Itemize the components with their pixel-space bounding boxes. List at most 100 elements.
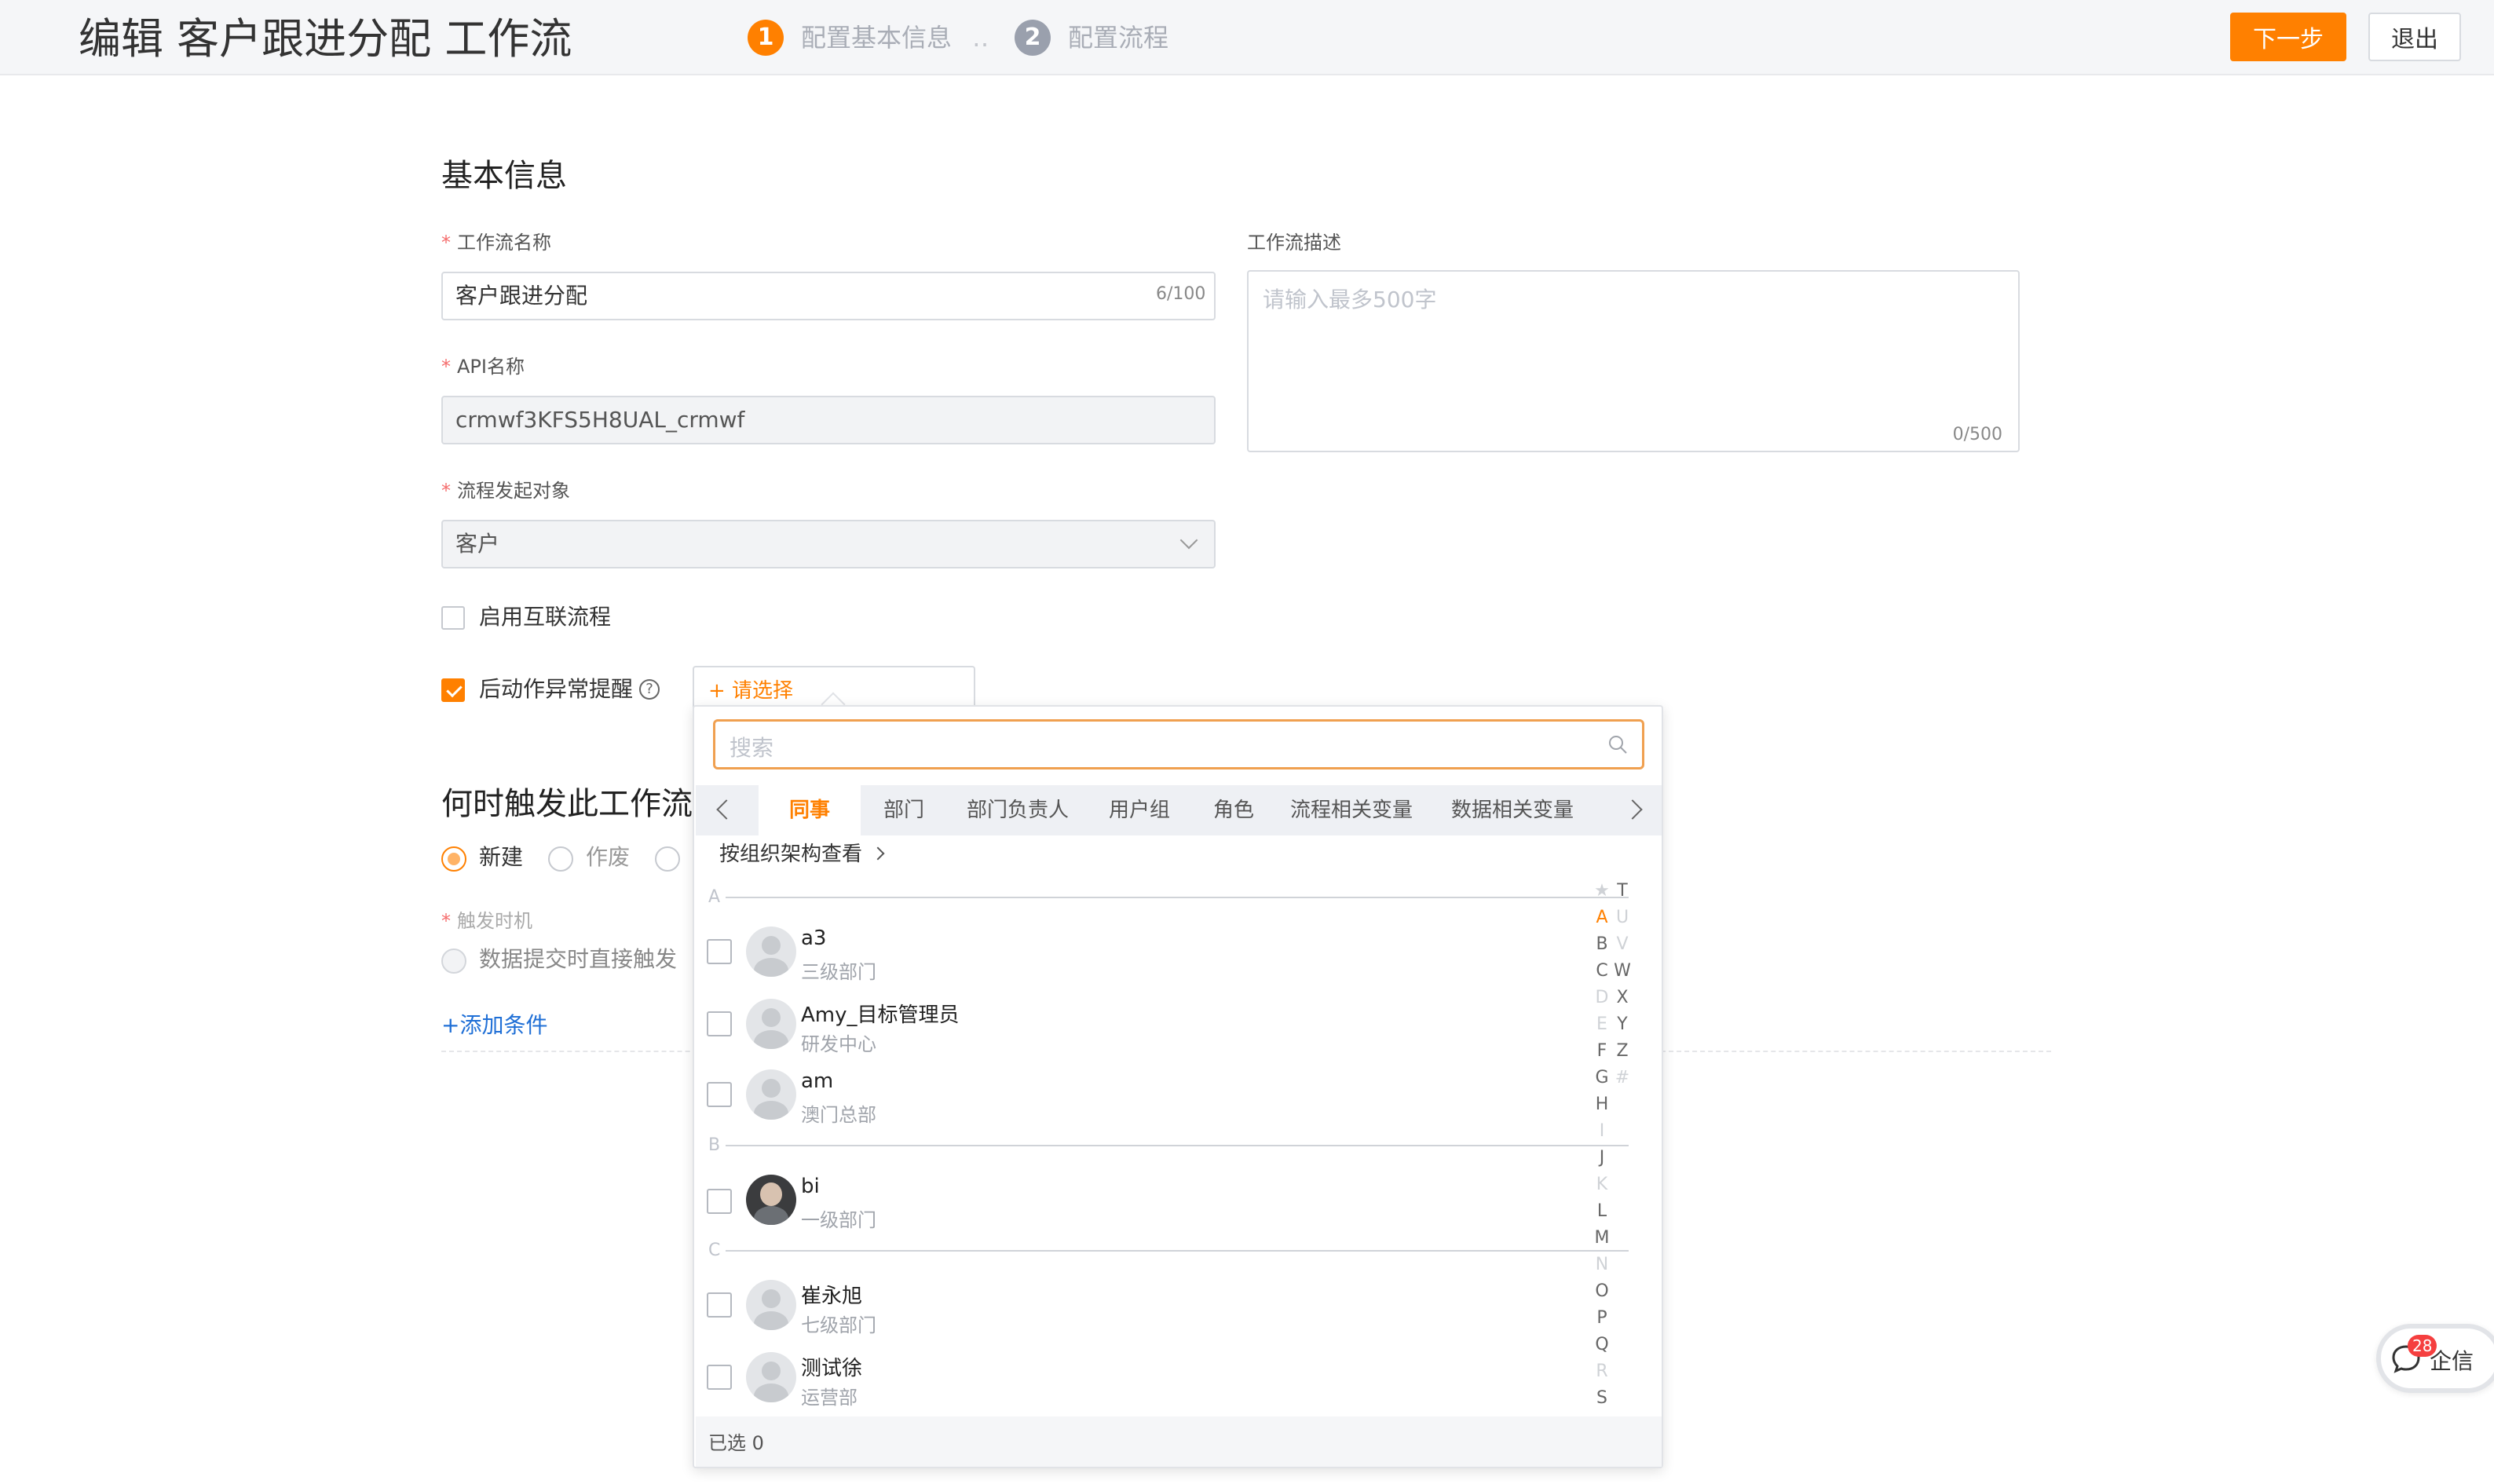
picker-search-input[interactable]: 搜索: [713, 719, 1644, 769]
section-title-basic: 基本信息: [441, 158, 567, 194]
alphabet-index-letter[interactable]: C: [1593, 961, 1611, 981]
tab-department[interactable]: 部门: [861, 785, 947, 835]
person-name: 测试徐: [801, 1357, 863, 1380]
alphabet-index-letter[interactable]: T: [1613, 881, 1632, 901]
group-letter-a: A: [708, 887, 721, 907]
alphabet-index-letter[interactable]: S: [1593, 1388, 1611, 1408]
member-picker-dropdown: 搜索 同事 部门 部门负责人 用户组 角色 流程相关变量 数据相关变量 按组织架…: [693, 705, 1663, 1468]
tab-role[interactable]: 角色: [1190, 785, 1277, 835]
person-name: a3: [801, 927, 827, 950]
workflow-desc-textarea[interactable]: 请输入最多500字 0/500: [1247, 270, 2020, 452]
avatar: [746, 1175, 796, 1225]
alphabet-index-letter[interactable]: E: [1593, 1014, 1611, 1034]
chevron-down-icon: [1179, 531, 1198, 550]
add-condition-link[interactable]: +添加条件: [441, 1010, 547, 1041]
chevron-right-icon[interactable]: [1622, 799, 1643, 820]
workflow-name-input[interactable]: 客户跟进分配: [441, 272, 1216, 320]
step-2-number: 2: [1015, 20, 1051, 56]
tab-data-variables[interactable]: 数据相关变量: [1426, 785, 1599, 835]
alphabet-index-letter[interactable]: Z: [1613, 1041, 1632, 1061]
view-by-org-link[interactable]: 按组织架构查看: [719, 839, 885, 870]
person-checkbox[interactable]: [707, 1365, 732, 1390]
step-separator: ‥: [972, 23, 989, 53]
alphabet-index-letter[interactable]: U: [1613, 908, 1632, 927]
tab-colleagues[interactable]: 同事: [759, 785, 861, 835]
chat-label: 企信: [2430, 1348, 2474, 1374]
person-name: am: [801, 1069, 834, 1093]
alphabet-index-letter[interactable]: V: [1613, 934, 1632, 954]
alphabet-index-letter[interactable]: H: [1593, 1095, 1611, 1114]
search-placeholder: 搜索: [730, 735, 774, 761]
alphabet-index-letter[interactable]: M: [1593, 1228, 1611, 1248]
interconnect-checkbox[interactable]: [441, 606, 465, 630]
person-dept: 澳门总部: [801, 1104, 876, 1126]
person-checkbox[interactable]: [707, 1292, 732, 1318]
alphabet-index-letter[interactable]: F: [1593, 1041, 1611, 1061]
alert-label: 后动作异常提醒: [479, 676, 634, 702]
person-dept: 一级部门: [801, 1209, 876, 1231]
alphabet-index-letter[interactable]: G: [1593, 1068, 1611, 1087]
radio-direct-trigger[interactable]: [441, 949, 466, 974]
alphabet-index-letter[interactable]: O: [1593, 1281, 1611, 1301]
person-checkbox[interactable]: [707, 939, 732, 964]
group-divider: [726, 1145, 1629, 1146]
alphabet-index-letter[interactable]: B: [1593, 934, 1611, 954]
alphabet-index-letter[interactable]: Y: [1613, 1014, 1632, 1034]
avatar: [746, 927, 796, 977]
step-1-label[interactable]: 配置基本信息: [801, 20, 952, 56]
radio-create[interactable]: [441, 846, 466, 872]
alert-checkbox[interactable]: [441, 678, 465, 702]
radio-void-label: 作废: [586, 844, 631, 870]
alphabet-index-letter[interactable]: Q: [1593, 1335, 1611, 1354]
api-name-label: * API名称: [441, 356, 525, 378]
avatar: [746, 1069, 796, 1120]
radio-direct-trigger-label: 数据提交时直接触发: [479, 946, 678, 972]
alphabet-index-letter[interactable]: D: [1593, 988, 1611, 1007]
api-name-input: crmwf3KFS5H8UAL_crmwf: [441, 396, 1216, 444]
alphabet-index-letter[interactable]: I: [1593, 1121, 1611, 1141]
top-header: 编辑 客户跟进分配 工作流 1 配置基本信息 ‥ 2 配置流程 下一步 退出: [0, 0, 2494, 75]
radio-other[interactable]: [655, 846, 680, 872]
interconnect-label: 启用互联流程: [479, 604, 612, 630]
alphabet-index-letter[interactable]: J: [1593, 1148, 1611, 1168]
alphabet-index-letter[interactable]: P: [1593, 1308, 1611, 1328]
alphabet-index-letter[interactable]: N: [1593, 1255, 1611, 1274]
next-step-button[interactable]: 下一步: [2230, 13, 2346, 61]
group-letter-b: B: [708, 1135, 721, 1155]
person-dept: 三级部门: [801, 961, 876, 983]
avatar: [746, 999, 796, 1049]
alphabet-index-letter[interactable]: #: [1613, 1068, 1632, 1087]
tab-user-group[interactable]: 用户组: [1088, 785, 1190, 835]
alphabet-index-letter[interactable]: X: [1613, 988, 1632, 1007]
desc-counter: 0/500: [1952, 425, 2002, 444]
person-dept: 研发中心: [801, 1033, 876, 1055]
alphabet-index-letter[interactable]: W: [1613, 961, 1632, 981]
step-2-label[interactable]: 配置流程: [1068, 20, 1168, 56]
person-name: 崔永旭: [801, 1285, 863, 1308]
person-checkbox[interactable]: [707, 1011, 732, 1036]
radio-void[interactable]: [548, 846, 573, 872]
tab-dept-head[interactable]: 部门负责人: [947, 785, 1088, 835]
alphabet-index-letter[interactable]: K: [1593, 1175, 1611, 1194]
trigger-object-select[interactable]: 客户: [441, 520, 1216, 568]
alphabet-index-letter[interactable]: L: [1593, 1201, 1611, 1221]
chat-float-button[interactable]: 28 企信: [2376, 1324, 2494, 1393]
alphabet-index-letter[interactable]: A: [1593, 908, 1611, 927]
avatar: [746, 1352, 796, 1402]
person-checkbox[interactable]: [707, 1189, 732, 1214]
tab-flow-variables[interactable]: 流程相关变量: [1277, 785, 1426, 835]
exit-button[interactable]: 退出: [2368, 13, 2461, 61]
person-checkbox[interactable]: [707, 1082, 732, 1107]
search-icon[interactable]: [1607, 734, 1628, 755]
workflow-name-label: * 工作流名称: [441, 232, 551, 254]
alphabet-index-letter[interactable]: ★: [1593, 881, 1611, 901]
workflow-desc-label: 工作流描述: [1247, 232, 1341, 254]
section-title-trigger: 何时触发此工作流: [441, 786, 693, 822]
group-divider: [726, 1250, 1629, 1252]
help-icon[interactable]: ?: [639, 679, 660, 700]
group-letter-c: C: [708, 1241, 721, 1260]
chevron-left-icon[interactable]: [716, 799, 737, 820]
person-dept: 七级部门: [801, 1314, 876, 1336]
person-name: bi: [801, 1175, 820, 1198]
alphabet-index-letter[interactable]: R: [1593, 1362, 1611, 1381]
